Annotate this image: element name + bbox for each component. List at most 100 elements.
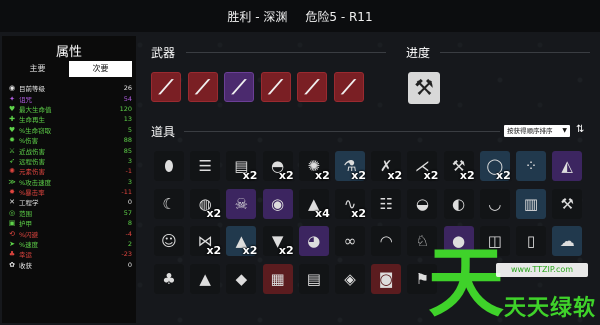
item-slot[interactable]: ☾ bbox=[154, 188, 184, 219]
stat-row[interactable]: ➶ 远程伤害 3 bbox=[2, 156, 136, 166]
item-slot[interactable]: ◯ x2 bbox=[479, 151, 511, 182]
result-text: 胜利 - 深渊 bbox=[227, 9, 288, 24]
item-slot[interactable]: ◙ bbox=[371, 263, 402, 294]
stats-tabs: 主要 次要 bbox=[6, 61, 132, 77]
item-slot[interactable]: ∞ bbox=[335, 226, 365, 256]
stat-label: 远程伤害 bbox=[19, 157, 45, 166]
item-slot[interactable]: ◉ bbox=[262, 188, 293, 219]
melee-icon: ⚔ bbox=[8, 146, 16, 155]
item-slot[interactable]: ◐ bbox=[443, 188, 474, 219]
stat-row[interactable]: ⟲ %闪避 -4 bbox=[2, 228, 136, 239]
stat-row[interactable]: ✹ %伤害 88 bbox=[2, 135, 136, 145]
stat-row[interactable]: ⚔ 近战伤害 85 bbox=[2, 145, 136, 156]
stat-row[interactable]: ✺ 元素伤害 -1 bbox=[2, 166, 136, 176]
item-slot[interactable]: ☺ bbox=[154, 226, 184, 256]
ghost-icon: ☁ bbox=[559, 232, 575, 250]
tab-primary-stats[interactable]: 主要 bbox=[6, 61, 69, 77]
stat-row[interactable]: ✚ 生命再生 13 bbox=[2, 114, 136, 124]
item-slot[interactable]: ◒ bbox=[407, 188, 438, 219]
stat-row[interactable]: ✦ 诅咒 54 bbox=[2, 93, 136, 104]
armor-icon: ▣ bbox=[8, 219, 16, 228]
item-slot[interactable]: ☠ bbox=[226, 188, 257, 219]
items-title: 道具 bbox=[151, 125, 176, 139]
stat-row[interactable]: ◉ 目前等级 26 bbox=[2, 83, 136, 93]
item-slot[interactable]: ▦ bbox=[262, 263, 293, 294]
item-slot[interactable]: ⁘ bbox=[516, 151, 546, 181]
item-slot[interactable]: ∿ x2 bbox=[335, 188, 366, 220]
watermark-logo: 天 bbox=[428, 238, 504, 325]
weapon-slot[interactable]: ⟋ bbox=[151, 72, 181, 102]
stat-row[interactable]: ➤ %速度 2 bbox=[2, 239, 136, 249]
stat-row[interactable]: ◎ 范围 57 bbox=[2, 208, 136, 218]
elemental-icon: ✺ bbox=[9, 167, 15, 176]
weapon-slot[interactable]: ⟋ bbox=[187, 72, 218, 102]
item-slot[interactable]: ◍ x2 bbox=[190, 188, 221, 220]
item-slot[interactable]: ✺ x2 bbox=[298, 151, 330, 182]
curse-icon: ✦ bbox=[9, 94, 15, 103]
stat-value: 57 bbox=[123, 208, 132, 217]
stat-label: 元素伤害 bbox=[19, 168, 45, 177]
stat-label: 工程学 bbox=[19, 199, 39, 208]
stat-value: 0 bbox=[127, 198, 132, 207]
stat-row[interactable]: ♣ 幸运 -23 bbox=[2, 249, 136, 259]
item-slot[interactable]: ◆ bbox=[226, 263, 257, 294]
item-slot[interactable]: ◠ bbox=[371, 226, 402, 256]
cleaver-icon: ⟋ bbox=[232, 75, 246, 99]
item-slot[interactable]: ▯ bbox=[516, 226, 546, 256]
stat-row[interactable]: ✕ 工程学 0 bbox=[2, 197, 136, 207]
item-slot[interactable]: ▥ bbox=[516, 188, 546, 219]
stat-row[interactable]: ✿ 收获 0 bbox=[2, 260, 136, 270]
stat-row[interactable]: ♥ %生命窃取 5 bbox=[2, 125, 136, 135]
stat-value: 120 bbox=[119, 104, 132, 113]
item-slot[interactable]: ◓ x2 bbox=[262, 151, 294, 182]
item-slot[interactable]: ◭ bbox=[552, 151, 583, 181]
weapon-slot[interactable]: ⟋ bbox=[333, 72, 364, 102]
stat-label: %生命窃取 bbox=[19, 126, 52, 135]
stat-label: %攻击速度 bbox=[19, 178, 52, 187]
item-count: x4 bbox=[315, 206, 330, 220]
item-count: x2 bbox=[278, 244, 294, 257]
item-slot[interactable]: ⚒ bbox=[552, 188, 583, 219]
item-slot[interactable]: ☰ bbox=[190, 151, 221, 181]
stat-row[interactable]: ▣ 护甲 8 bbox=[2, 218, 136, 228]
item-slot[interactable]: ⋈ x2 bbox=[190, 226, 221, 257]
tab-secondary-stats[interactable]: 次要 bbox=[69, 61, 132, 77]
stat-row[interactable]: ≫ %攻击速度 3 bbox=[2, 177, 136, 187]
item-slot[interactable]: ⬮ bbox=[154, 151, 184, 181]
item-slot[interactable]: ◈ bbox=[335, 263, 365, 294]
item-slot[interactable]: ✗ x2 bbox=[371, 151, 402, 182]
ladder-icon: ☷ bbox=[379, 194, 393, 213]
stats-panel: 属性 主要 次要 ◉ 目前等级 26 ✦ 诅咒 54 ♥ 最大生命值 120 ✚ 生命再生 13 ♥ %生… bbox=[2, 36, 136, 323]
item-slot[interactable]: ⚗ x2 bbox=[335, 151, 366, 182]
item-slot[interactable]: ◕ bbox=[298, 226, 329, 256]
stat-value: 8 bbox=[127, 219, 132, 228]
stat-label: 范围 bbox=[19, 209, 32, 218]
stat-row[interactable]: ✸ %暴击率 -11 bbox=[2, 187, 136, 197]
item-slot[interactable]: ☷ bbox=[371, 188, 402, 219]
progress-slot[interactable]: ⚒ bbox=[408, 72, 440, 104]
dodge-icon: ⟲ bbox=[9, 229, 15, 238]
sort-dropdown[interactable]: 按获得顺序排序 ▼ bbox=[504, 125, 570, 137]
sort-order-icon[interactable]: ⇅ bbox=[576, 124, 584, 135]
cleaver-icon: ⟋ bbox=[195, 75, 210, 99]
item-slot[interactable]: ▤ x2 bbox=[226, 151, 257, 182]
item-slot[interactable]: ◡ bbox=[479, 188, 510, 219]
item-slot[interactable]: ▤ bbox=[298, 263, 329, 294]
weapon-slot[interactable]: ⟋ bbox=[224, 72, 254, 102]
item-slot[interactable]: ▲ x2 bbox=[226, 226, 257, 257]
egg-icon: ⬮ bbox=[164, 157, 174, 175]
item-slot[interactable]: ▼ x2 bbox=[262, 226, 294, 257]
weapon-slot[interactable]: ⟋ bbox=[297, 72, 327, 102]
stat-row[interactable]: ♥ 最大生命值 120 bbox=[2, 104, 136, 114]
item-slot[interactable]: ♣ bbox=[154, 263, 184, 294]
item-slot[interactable]: ⋌ x2 bbox=[407, 151, 438, 182]
item-slot[interactable]: ▲ x4 bbox=[298, 188, 330, 220]
item-slot[interactable]: ▲ bbox=[190, 263, 221, 294]
item-slot[interactable]: ☁ bbox=[552, 226, 583, 256]
luck-icon: ♣ bbox=[8, 250, 16, 259]
weapon-slot[interactable]: ⟋ bbox=[260, 72, 291, 102]
stat-label: 目前等级 bbox=[19, 85, 45, 94]
dome-icon: ◠ bbox=[379, 232, 393, 250]
stat-list: ◉ 目前等级 26 ✦ 诅咒 54 ♥ 最大生命值 120 ✚ 生命再生 13 ♥ %生命窃取 5 ✹ %伤害 8… bbox=[2, 83, 136, 270]
item-slot[interactable]: ⚒ x2 bbox=[443, 151, 475, 182]
